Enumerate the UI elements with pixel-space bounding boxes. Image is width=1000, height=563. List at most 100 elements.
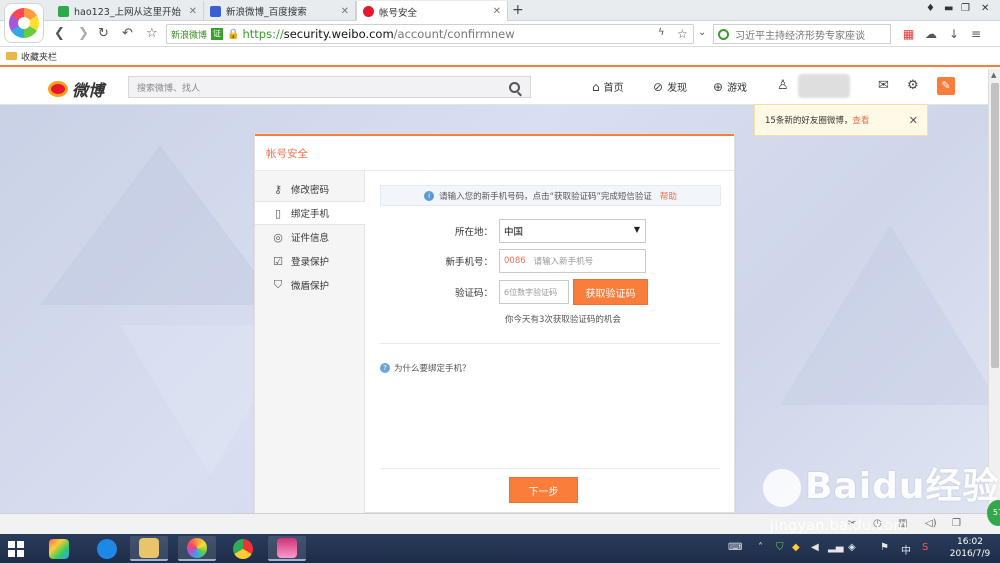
- search-placeholder: 搜索微博、找人: [137, 83, 201, 94]
- taskbar-app-360-browser[interactable]: [178, 536, 216, 561]
- back-icon[interactable]: ❮: [54, 26, 65, 41]
- user-icon[interactable]: ♙: [777, 78, 789, 93]
- sidebar-item-login-protect[interactable]: ☑ 登录保护: [255, 249, 364, 273]
- maximize-icon[interactable]: ❐: [961, 3, 970, 14]
- certificate-icon[interactable]: 证: [211, 28, 224, 40]
- weibo-logo[interactable]: 微博: [48, 77, 104, 101]
- tab-account-security[interactable]: 帐号安全 ✕: [356, 1, 508, 22]
- system-clock[interactable]: 16:02 2016/7/9: [945, 536, 995, 560]
- photo-app-icon: [277, 537, 297, 558]
- tab-weibo-search[interactable]: 新浪微博_百度搜索 ✕: [204, 1, 356, 21]
- sidebar-item-id-info[interactable]: ◎ 证件信息: [255, 225, 364, 249]
- weibo-search-input[interactable]: 搜索微博、找人: [128, 76, 531, 98]
- security-shield-icon[interactable]: ⛉: [776, 542, 784, 553]
- windows-start-icon[interactable]: [8, 541, 24, 557]
- network-icon[interactable]: ▂▄: [828, 542, 843, 553]
- weibo-favicon-icon: [363, 6, 374, 17]
- dropdown-chevron-icon[interactable]: ⌄: [698, 27, 706, 38]
- close-window-icon[interactable]: ✕: [981, 3, 989, 14]
- chrome-icon: [233, 538, 253, 559]
- taskbar-app-explorer[interactable]: [130, 536, 168, 561]
- lightning-icon[interactable]: ϟ: [658, 27, 665, 38]
- forward-icon[interactable]: ❯: [78, 26, 89, 41]
- region-value: 中国: [504, 227, 524, 238]
- scroll-up-icon[interactable]: ▲: [991, 71, 996, 79]
- url-input[interactable]: 新浪微博 证 🔒 https://security.weibo.com/acco…: [166, 24, 694, 44]
- nav-label: 游戏: [727, 83, 748, 94]
- taskbar-app-butterfly[interactable]: [40, 536, 78, 561]
- scroll-thumb[interactable]: [991, 83, 999, 368]
- browser-logo-icon[interactable]: [4, 3, 44, 43]
- folder-icon: [139, 537, 159, 558]
- window-icon[interactable]: ❐: [952, 518, 961, 529]
- shirt-skin-icon[interactable]: ♦: [926, 3, 935, 14]
- help-link[interactable]: 帮助: [660, 190, 677, 202]
- browser-tab-bar: hao123_上网从这里开始 ✕ 新浪微博_百度搜索 ✕ 帐号安全 ✕ + ♦ …: [0, 0, 1000, 22]
- get-code-button[interactable]: 获取验证码: [573, 279, 648, 305]
- sidebar-item-change-password[interactable]: ⚷ 修改密码: [255, 177, 364, 201]
- search-engine-input[interactable]: 习近平主持经济形势专家座谈: [713, 24, 891, 44]
- site-identity-label: 新浪微博: [171, 30, 208, 41]
- apps-grid-icon[interactable]: ▦: [903, 27, 914, 41]
- close-tab-icon[interactable]: ✕: [189, 6, 197, 17]
- ime-indicator[interactable]: 中: [901, 542, 911, 557]
- close-tab-icon[interactable]: ✕: [341, 6, 349, 17]
- next-step-button[interactable]: 下一步: [509, 477, 578, 503]
- divider: [380, 468, 720, 469]
- favorite-star-icon[interactable]: ☆: [677, 27, 688, 41]
- username-blurred[interactable]: [798, 74, 850, 98]
- nav-home[interactable]: ⌂ 首页: [592, 79, 624, 95]
- gamepad-icon: ⊕: [713, 79, 724, 94]
- cloud-icon[interactable]: ☁: [925, 27, 937, 41]
- url-text: https://security.weibo.com/account/confi…: [242, 27, 514, 41]
- dropdown-arrow-icon: ▼: [633, 225, 640, 234]
- search-icon[interactable]: [509, 81, 520, 93]
- tab-hao123[interactable]: hao123_上网从这里开始 ✕: [52, 1, 204, 21]
- code-row: 验证码： 6位数字验证码 获取验证码: [365, 279, 648, 305]
- security-sidebar: ⚷ 修改密码 ▯ 绑定手机 ◎ 证件信息 ☑ 登录保护 ⛉ 微盾保护: [255, 171, 365, 514]
- taskbar-app-chrome[interactable]: [224, 536, 262, 561]
- attempts-hint: 你今天有3次获取验证码的机会: [505, 315, 621, 325]
- minimize-icon[interactable]: ▬: [944, 3, 953, 14]
- mail-icon[interactable]: ✉: [878, 78, 889, 93]
- phone-input[interactable]: 0086 请输入新手机号: [499, 249, 646, 273]
- notification-view-link[interactable]: 查看: [852, 114, 869, 126]
- refresh-icon[interactable]: ↻: [98, 26, 109, 41]
- nav-discover[interactable]: ⊘ 发现: [653, 79, 687, 95]
- url-path: /account/confirmnew: [393, 27, 515, 41]
- bind-phone-form: i 请输入您的新手机号码，点击“获取验证码”完成短信验证 帮助 所在地： 中国 …: [365, 171, 736, 514]
- tray-app-icon[interactable]: ◆: [792, 542, 800, 553]
- shield-icon: ⛉: [273, 278, 283, 291]
- new-tab-plus-icon[interactable]: +: [512, 2, 524, 18]
- sound-icon[interactable]: ◁): [925, 518, 937, 529]
- undo-icon[interactable]: ↶: [122, 26, 133, 41]
- nav-games[interactable]: ⊕ 游戏: [713, 79, 748, 95]
- new-weibo-notification: 15条新的好友圈微博， 查看 ✕: [754, 104, 928, 136]
- tray-misc-icon[interactable]: ◈: [848, 542, 856, 553]
- why-bind-link[interactable]: ? 为什么要绑定手机？: [380, 362, 471, 374]
- keyboard-icon[interactable]: ⌨: [728, 542, 742, 553]
- bookmark-folder-label[interactable]: 收藏夹栏: [21, 50, 57, 63]
- page-scrollbar[interactable]: ▲: [988, 69, 1000, 513]
- verification-code-input[interactable]: 6位数字验证码: [499, 280, 569, 304]
- menu-icon[interactable]: ≡: [971, 27, 981, 41]
- sogou-icon[interactable]: S: [922, 542, 928, 553]
- baidu-watermark-logo: Baidu经验: [763, 457, 999, 509]
- phone-row: 新手机号： 0086 请输入新手机号: [365, 249, 646, 273]
- flag-icon[interactable]: ⚑: [880, 542, 889, 553]
- close-icon[interactable]: ✕: [909, 114, 918, 127]
- butterfly-app-icon: [49, 538, 69, 559]
- download-icon[interactable]: ↓: [949, 27, 959, 41]
- region-select[interactable]: 中国 ▼: [499, 219, 646, 243]
- sidebar-item-shield-protect[interactable]: ⛉ 微盾保护: [255, 273, 364, 297]
- taskbar-app-photo[interactable]: [268, 536, 306, 561]
- tray-chevron-icon[interactable]: ˄: [758, 542, 763, 553]
- volume-icon[interactable]: ◀: [811, 542, 819, 553]
- bookmark-star-icon[interactable]: ☆: [146, 26, 158, 41]
- close-tab-icon[interactable]: ✕: [493, 6, 501, 17]
- sidebar-item-bind-phone[interactable]: ▯ 绑定手机: [255, 201, 365, 225]
- taskbar-app-ie[interactable]: [88, 536, 126, 561]
- compose-icon[interactable]: ✎: [937, 77, 955, 95]
- gear-icon[interactable]: ⚙: [907, 78, 919, 93]
- browser-icon: [187, 537, 207, 558]
